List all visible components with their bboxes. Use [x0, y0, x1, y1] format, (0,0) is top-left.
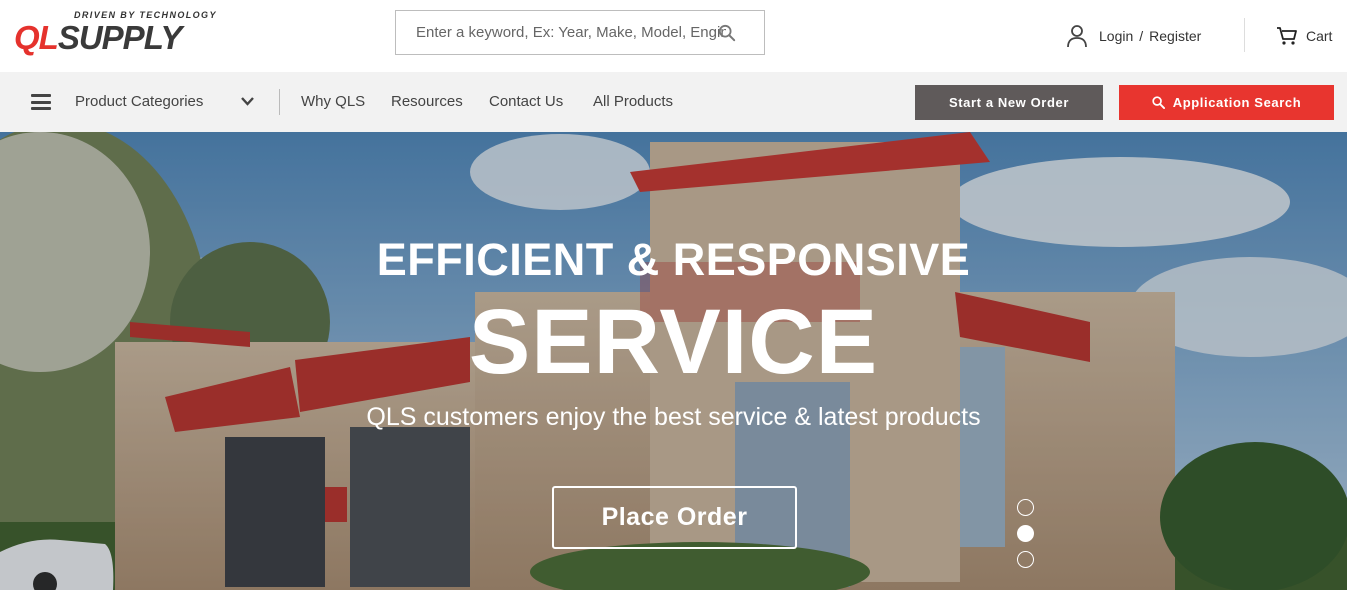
login-register-link[interactable]: Login / Register — [1066, 24, 1201, 48]
cart-link[interactable]: Cart — [1276, 25, 1332, 47]
carousel-dot-2[interactable] — [1017, 525, 1034, 542]
nav-link-resources[interactable]: Resources — [391, 93, 463, 110]
nav-link-all-products[interactable]: All Products — [593, 93, 673, 110]
chevron-down-icon[interactable] — [240, 94, 255, 109]
place-order-button[interactable]: Place Order — [552, 486, 797, 549]
main-nav: Product Categories Why QLS Resources Con… — [0, 72, 1347, 132]
search-icon — [1152, 96, 1165, 109]
search-box — [395, 10, 765, 55]
hero-headline: EFFICIENT & RESPONSIVE — [376, 234, 971, 285]
qlsupply-logo[interactable]: DRIVEN BY TECHNOLOGY QLSUPPLY — [14, 10, 218, 56]
register-link[interactable]: Register — [1149, 28, 1201, 44]
hamburger-menu-icon[interactable] — [31, 94, 51, 110]
product-categories-menu[interactable]: Product Categories — [75, 93, 203, 110]
search-input[interactable] — [396, 11, 726, 54]
nav-divider — [279, 89, 280, 115]
logo-wordmark: QLSUPPLY — [14, 19, 182, 56]
user-icon — [1067, 25, 1087, 48]
nav-link-why-qls[interactable]: Why QLS — [301, 93, 365, 110]
carousel-dot-3[interactable] — [1017, 551, 1034, 568]
login-separator: / — [1139, 28, 1144, 44]
hero-subtitle: QLS customers enjoy the best service & l… — [366, 403, 981, 431]
application-search-button[interactable]: Application Search — [1119, 85, 1334, 120]
nav-link-contact-us[interactable]: Contact Us — [489, 93, 563, 110]
hero-title: SERVICE — [468, 291, 879, 393]
start-new-order-button[interactable]: Start a New Order — [915, 85, 1103, 120]
carousel-dot-1[interactable] — [1017, 499, 1034, 516]
site-header: DRIVEN BY TECHNOLOGY QLSUPPLY Login / Re… — [0, 0, 1347, 72]
search-icon[interactable] — [718, 24, 736, 42]
hero-banner: EFFICIENT & RESPONSIVE SERVICE QLS custo… — [0, 132, 1347, 590]
login-link[interactable]: Login — [1099, 28, 1133, 44]
cart-icon — [1277, 27, 1297, 45]
header-divider — [1244, 18, 1245, 52]
cart-label: Cart — [1306, 28, 1333, 44]
